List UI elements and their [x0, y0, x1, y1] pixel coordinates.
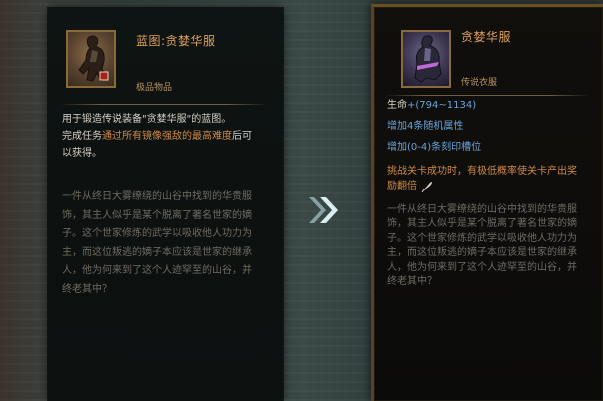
blueprint-task-line-2: 以获得。	[62, 148, 102, 159]
divider	[60, 104, 268, 105]
blueprint-description: 用于锻造传说装备"贪婪华服"的蓝图。	[62, 114, 232, 125]
task-condition: 通过所有镜像强敌的最高难度	[102, 131, 232, 142]
legendary-item-thumbnail	[401, 30, 451, 88]
armored-figure-icon	[78, 35, 109, 82]
legendary-lore: 一件从终日大雾缭绕的山谷中找到的华贵服 饰，其主人似乎是某个脱离了著名世家的嫡 …	[387, 203, 602, 289]
task-prefix: 完成任务	[62, 131, 102, 142]
stat-value: +(794~1134)	[407, 100, 477, 111]
lore-line: 饰，其主人似乎是某个脱离了著名世家的嫡	[62, 209, 252, 221]
task-suffix: 后可	[232, 131, 252, 142]
lore-line: 子。这个世家修炼的武学以吸收他人功力为	[62, 228, 252, 239]
stat-label: 生命	[387, 100, 407, 111]
blueprint-item-thumbnail	[66, 30, 116, 88]
legendary-item-name: 贪婪华服	[461, 30, 512, 44]
lore-line: 终老其中？	[62, 283, 112, 295]
blueprint-rarity: 极品物品	[136, 83, 173, 93]
lore-line: 主，而这位叛逃的嫡子本应该是世家的继承	[387, 247, 577, 259]
legendary-item-tooltip-panel: 贪婪华服 传说衣服 生命+(794~1134) 增加4条随机属性 增加(0-4)…	[371, 4, 603, 401]
lore-line: 终老其中？	[387, 276, 437, 288]
drop-bonus-line-2: 励翻倍	[387, 179, 433, 194]
legendary-rarity: 传说衣服	[461, 78, 498, 88]
divider	[384, 95, 590, 96]
bonus-random-attributes: 增加4条随机属性	[387, 121, 464, 132]
stat-health: 生命+(794~1134)	[387, 97, 476, 114]
blueprint-lore: 一件从终日大雾缭绕的山谷中找到的华贵服 饰，其主人似乎是某个脱离了著名世家的嫡 …	[62, 188, 277, 299]
blueprint-task-line: 完成任务通过所有镜像强敌的最高难度后可	[62, 128, 280, 145]
lore-line: 主，而这位叛逃的嫡子本应该是世家的继承	[62, 246, 252, 258]
lore-line: 一件从终日大雾缭绕的山谷中找到的华贵服	[62, 191, 252, 202]
lore-line: 饰，其主人似乎是某个脱离了著名世家的嫡	[387, 218, 577, 230]
blueprint-tooltip-panel: 蓝图:贪婪华服 极品物品 用于锻造传说装备"贪婪华服"的蓝图。 完成任务通过所有…	[48, 8, 283, 401]
lore-line: 人，他为何来到了这个人迹罕至的山谷，并	[387, 261, 577, 273]
lore-line: 一件从终日大雾缭绕的山谷中找到的华贵服	[387, 204, 577, 215]
robed-figure-icon	[414, 35, 442, 83]
lore-line: 人，他为何来到了这个人迹罕至的山谷，并	[62, 265, 252, 276]
drop-bonus-text: 励翻倍	[387, 181, 417, 192]
double-chevron-right-icon	[309, 197, 338, 223]
blueprint-item-name: 蓝图:贪婪华服	[136, 34, 216, 48]
lore-line: 子。这个世家修炼的武学以吸收他人功力为	[387, 232, 577, 244]
quill-icon	[421, 182, 432, 192]
drop-bonus-line-1: 挑战关卡成功时，有极低概率使关卡产出奖	[387, 166, 577, 177]
bonus-inscription-slots: 增加(0-4)条刻印槽位	[387, 142, 482, 153]
